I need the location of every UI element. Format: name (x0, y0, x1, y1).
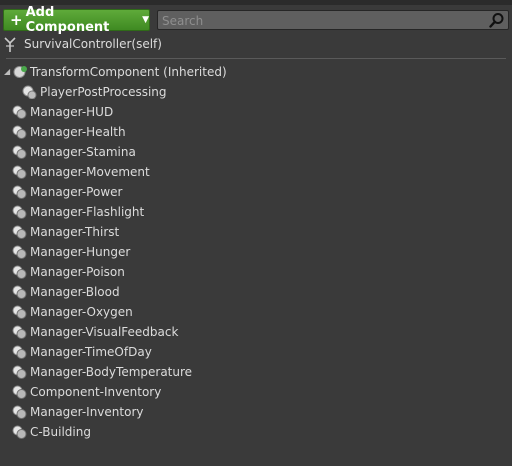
tree-item-label: Manager-Poison (30, 265, 125, 279)
tree-item[interactable]: Manager-Flashlight (0, 202, 512, 222)
tree-item-label: Manager-BodyTemperature (30, 365, 193, 379)
tree-item-label: PlayerPostProcessing (40, 85, 167, 99)
components-toolbar: + Add Component ▼ (0, 5, 512, 35)
tree-item[interactable]: Manager-Movement (0, 162, 512, 182)
tree-item-label: Manager-VisualFeedback (30, 325, 179, 339)
actor-component-icon (12, 125, 27, 139)
tree-item-label: Manager-Oxygen (30, 305, 133, 319)
tree-item[interactable]: Manager-HUD (0, 102, 512, 122)
tree-item[interactable]: Manager-Stamina (0, 142, 512, 162)
tree-item[interactable]: Manager-TimeOfDay (0, 342, 512, 362)
actor-component-icon (12, 325, 27, 339)
tree-item[interactable]: Manager-BodyTemperature (0, 362, 512, 382)
tree-item-label: Manager-HUD (30, 105, 114, 119)
tree-item-label: Manager-Health (30, 125, 126, 139)
expand-arrow-icon[interactable]: ◢ (4, 62, 10, 82)
separator (6, 58, 506, 59)
actor-component-icon (12, 305, 27, 319)
chevron-down-icon: ▼ (142, 15, 149, 25)
tree-item-label: Manager-Stamina (30, 145, 136, 159)
tree-item[interactable]: Manager-Power (0, 182, 512, 202)
tree-item-label: C-Building (30, 425, 91, 439)
tree-item-label: Component-Inventory (30, 385, 162, 399)
tree-item-label: Manager-Blood (30, 285, 120, 299)
add-component-label: Add Component (25, 5, 110, 35)
actor-component-icon (12, 365, 27, 379)
tree-item-label: Manager-Thirst (30, 225, 120, 239)
search-icon[interactable] (489, 12, 505, 28)
scene-component-icon (22, 85, 37, 99)
plus-icon: + (10, 10, 23, 29)
actor-component-icon (12, 145, 27, 159)
tree-item[interactable]: C-Building (0, 422, 512, 442)
actor-component-icon (12, 105, 27, 119)
scene-component-icon (13, 66, 27, 78)
actor-component-icon (12, 425, 27, 439)
actor-component-icon (12, 205, 27, 219)
actor-component-icon (12, 385, 27, 399)
tree-item[interactable]: Manager-VisualFeedback (0, 322, 512, 342)
tree-item-label: TransformComponent (Inherited) (30, 65, 227, 79)
tree-item[interactable]: Manager-Hunger (0, 242, 512, 262)
tree-item-label: Manager-TimeOfDay (30, 345, 152, 359)
tree-item-label: Manager-Flashlight (30, 205, 145, 219)
actor-component-icon (12, 285, 27, 299)
actor-component-icon (12, 405, 27, 419)
actor-component-icon (12, 345, 27, 359)
tree-item-label: Manager-Hunger (30, 245, 131, 259)
tree-item[interactable]: Manager-Inventory (0, 402, 512, 422)
actor-self-icon (4, 37, 16, 52)
tree-item-label: Manager-Movement (30, 165, 150, 179)
tree-item-label: Manager-Inventory (30, 405, 144, 419)
tree-item-label: Manager-Power (30, 185, 123, 199)
tree-item-transform-component[interactable]: ◢ TransformComponent (Inherited) (0, 62, 512, 82)
add-component-button[interactable]: + Add Component ▼ (3, 5, 150, 35)
tree-item-player-post-processing[interactable]: PlayerPostProcessing (0, 82, 512, 102)
tree-item[interactable]: Manager-Oxygen (0, 302, 512, 322)
tree-item[interactable]: Component-Inventory (0, 382, 512, 402)
actor-component-icon (12, 165, 27, 179)
search-input[interactable] (158, 11, 484, 31)
actor-component-icon (12, 225, 27, 239)
actor-component-icon (12, 185, 27, 199)
tree-item[interactable]: Manager-Thirst (0, 222, 512, 242)
actor-component-icon (12, 245, 27, 259)
tree-item[interactable]: Manager-Blood (0, 282, 512, 302)
actor-component-icon (12, 265, 27, 279)
self-component-row[interactable]: SurvivalController(self) (0, 35, 512, 55)
search-box[interactable] (157, 10, 509, 31)
tree-item[interactable]: Manager-Poison (0, 262, 512, 282)
self-component-label: SurvivalController(self) (24, 37, 162, 51)
scrollbar[interactable] (508, 35, 512, 466)
tree-item[interactable]: Manager-Health (0, 122, 512, 142)
